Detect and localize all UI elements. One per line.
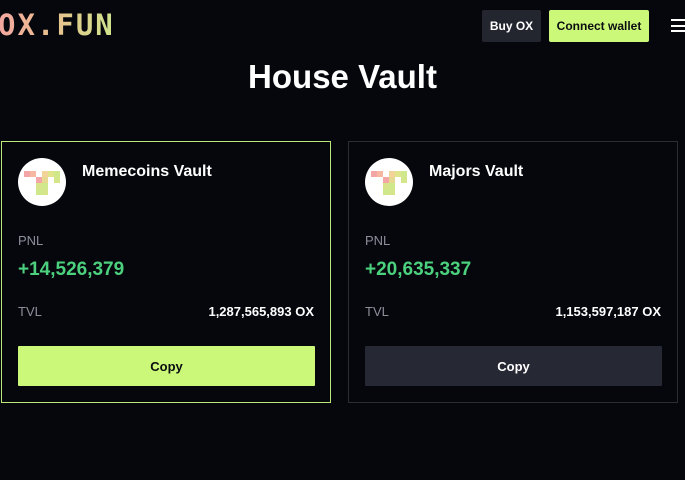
app-page: OX.FUN Buy OX Connect wallet House Vault [0,0,685,480]
connect-wallet-button[interactable]: Connect wallet [549,10,649,42]
page-title: House Vault [248,58,437,95]
vault-name: Memecoins Vault [82,163,212,180]
pnl-value: +20,635,337 [365,259,472,280]
tvl-label: TVL [365,304,389,319]
ox-pixel-logo-icon [24,171,60,195]
logo-text: OX.FUN [0,8,115,42]
vault-card-memecoins[interactable]: Memecoins Vault PNL +14,526,379 TVL 1,28… [1,141,331,403]
vault-name: Majors Vault [429,163,524,180]
buy-ox-button[interactable]: Buy OX [482,10,541,42]
pnl-label: PNL [365,233,391,248]
vault-avatar-icon [18,158,66,206]
tvl-label: TVL [18,304,42,319]
menu-line [671,19,685,21]
vault-card-majors[interactable]: Majors Vault PNL +20,635,337 TVL 1,153,5… [348,141,678,403]
hamburger-menu-icon[interactable] [671,19,685,32]
menu-line [671,30,685,32]
tvl-value: 1,287,565,893 OX [208,304,314,319]
copy-button[interactable]: Copy [365,346,662,386]
vault-avatar-icon [365,158,413,206]
tvl-value: 1,153,597,187 OX [555,304,661,319]
pnl-label: PNL [18,233,44,248]
pnl-value: +14,526,379 [18,259,125,280]
ox-pixel-logo-icon [371,171,407,195]
copy-button[interactable]: Copy [18,346,315,386]
ox-fun-logo[interactable]: OX.FUN [0,10,115,40]
menu-line [671,24,685,27]
